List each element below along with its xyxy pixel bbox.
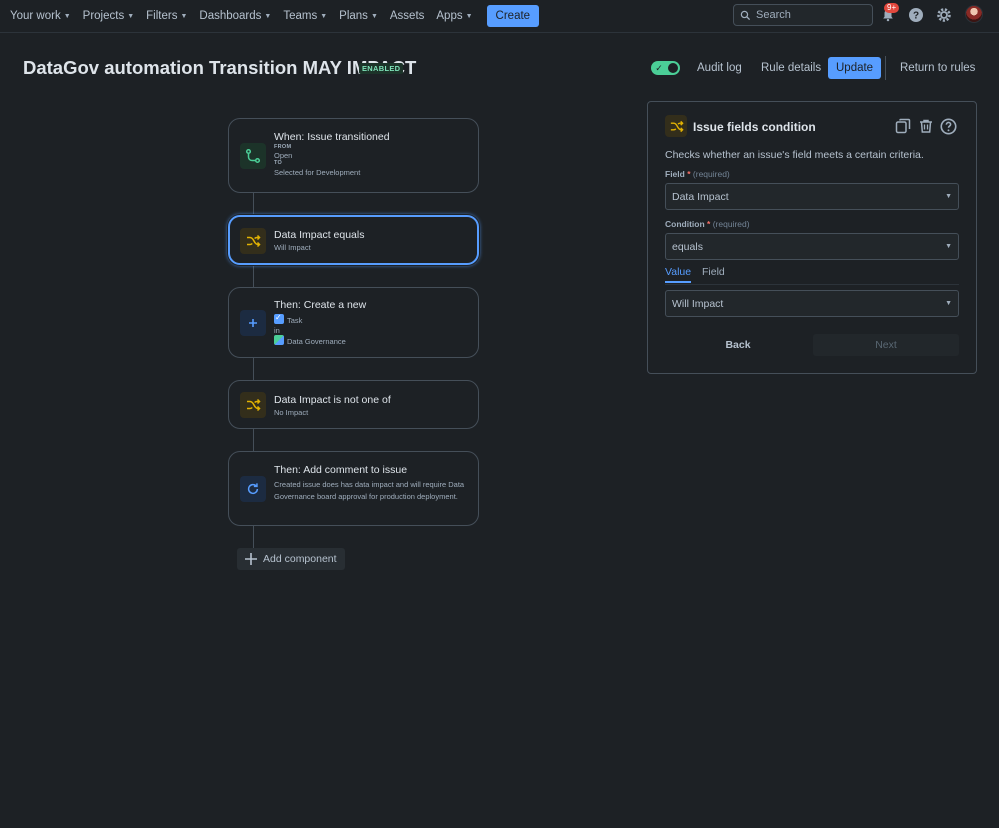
in-label: in xyxy=(274,326,280,335)
nav-apps[interactable]: Apps ▼ xyxy=(430,0,478,33)
gear-icon[interactable] xyxy=(935,6,953,24)
panel-description: Checks whether an issue's field meets a … xyxy=(665,149,924,161)
flow-connector xyxy=(253,192,254,216)
avatar[interactable] xyxy=(965,5,983,23)
duplicate-icon[interactable] xyxy=(894,117,912,135)
to-label: TO xyxy=(274,160,283,166)
action-card-add-comment[interactable]: Then: Add comment to issue Created issue… xyxy=(228,451,479,526)
condition-title: Data Impact is not one of xyxy=(274,394,391,406)
plus-icon xyxy=(245,553,257,565)
flow-connector xyxy=(253,525,254,549)
field-select-value: Data Impact xyxy=(672,190,729,203)
header-divider xyxy=(885,56,886,80)
chevron-down-icon: ▼ xyxy=(945,243,952,250)
flow-connector xyxy=(253,357,254,381)
chevron-down-icon: ▼ xyxy=(370,13,378,20)
condition-card-data-impact-equals[interactable]: Data Impact equals Will Impact xyxy=(228,215,479,265)
field-label: Field * (required) xyxy=(665,169,730,179)
condition-select-value: equals xyxy=(672,240,703,253)
rule-details-button[interactable]: Rule details xyxy=(753,57,829,79)
project-name: Data Governance xyxy=(287,337,346,346)
condition-label: Condition * (required) xyxy=(665,219,750,229)
action-title: Then: Add comment to issue xyxy=(274,464,408,476)
comment-text: Created issue does has data impact and w… xyxy=(274,480,465,501)
flow-connector xyxy=(253,264,254,288)
chevron-down-icon: ▼ xyxy=(945,193,952,200)
nav-dashboards[interactable]: Dashboards ▼ xyxy=(193,0,277,33)
project-icon xyxy=(274,335,284,345)
tab-field[interactable]: Field xyxy=(702,266,725,281)
component-config-panel: Issue fields condition Checks whether an… xyxy=(647,101,977,374)
condition-title: Data Impact equals xyxy=(274,229,365,241)
shuffle-icon xyxy=(240,392,266,418)
add-component-button[interactable]: Add component xyxy=(237,548,345,570)
from-label: FROM xyxy=(274,144,292,150)
from-status: Open xyxy=(274,151,293,160)
tab-divider xyxy=(665,284,959,285)
refresh-icon xyxy=(240,476,266,502)
audit-log-button[interactable]: Audit log xyxy=(689,57,750,79)
chevron-down-icon: ▼ xyxy=(180,13,188,20)
update-button[interactable]: Update xyxy=(828,57,882,79)
value-select[interactable]: Will Impact ▼ xyxy=(665,290,959,317)
transition-icon xyxy=(240,143,266,169)
value-select-value: Will Impact xyxy=(672,297,724,310)
return-to-rules-button[interactable]: Return to rules xyxy=(892,57,983,79)
create-button[interactable]: Create xyxy=(486,5,540,27)
chevron-down-icon: ▼ xyxy=(63,13,71,20)
nav-plans[interactable]: Plans ▼ xyxy=(333,0,384,33)
tab-value[interactable]: Value xyxy=(665,266,692,283)
check-icon: ✓ xyxy=(655,62,663,73)
trigger-title: When: Issue transitioned xyxy=(274,131,390,143)
action-title: Then: Create a new xyxy=(274,299,367,311)
condition-select[interactable]: equals ▼ xyxy=(665,233,959,260)
field-select[interactable]: Data Impact ▼ xyxy=(665,183,959,210)
status-badge: ENABLED xyxy=(359,63,404,74)
next-button[interactable]: Next xyxy=(813,334,959,356)
condition-value: Will Impact xyxy=(274,243,311,252)
page-title: DataGov automation Transition MAY IMPACT xyxy=(23,57,417,78)
condition-card-not-one-of[interactable]: Data Impact is not one of No Impact xyxy=(228,380,479,429)
nav-assets[interactable]: Assets xyxy=(384,0,431,33)
search-icon xyxy=(740,10,751,20)
task-icon: ✓ xyxy=(274,313,284,324)
help-icon[interactable]: ? xyxy=(907,6,925,24)
shuffle-icon xyxy=(665,115,687,137)
delete-icon[interactable] xyxy=(917,117,935,135)
chevron-down-icon: ▼ xyxy=(465,13,473,20)
notification-badge: 9+ xyxy=(884,3,900,13)
search-placeholder: Search xyxy=(756,9,791,21)
nav-filters[interactable]: Filters ▼ xyxy=(140,0,193,33)
trigger-card[interactable]: When: Issue transitioned FROM Open TO Se… xyxy=(228,118,479,193)
flow-connector xyxy=(253,428,254,452)
nav-teams[interactable]: Teams ▼ xyxy=(277,0,333,33)
chevron-down-icon: ▼ xyxy=(127,13,135,20)
plus-icon xyxy=(240,310,266,336)
nav-projects[interactable]: Projects ▼ xyxy=(77,0,140,33)
panel-title: Issue fields condition xyxy=(693,120,816,134)
shuffle-icon xyxy=(240,228,266,254)
condition-value: No Impact xyxy=(274,408,309,417)
back-button[interactable]: Back xyxy=(665,334,811,356)
svg-text:?: ? xyxy=(913,11,919,22)
search-input[interactable]: Search xyxy=(733,4,873,26)
help-icon[interactable] xyxy=(939,117,957,135)
to-status: Selected for Development xyxy=(274,168,361,177)
chevron-down-icon: ▼ xyxy=(264,13,272,20)
chevron-down-icon: ▼ xyxy=(320,13,328,20)
toggle-knob xyxy=(668,63,678,73)
rule-enabled-toggle[interactable]: ✓ xyxy=(651,61,680,75)
action-card-create-issue[interactable]: Then: Create a new ✓ Task in Data Governa… xyxy=(228,287,479,358)
nav-your-work[interactable]: Your work ▼ xyxy=(0,0,77,33)
chevron-down-icon: ▼ xyxy=(945,300,952,307)
issue-type: Task xyxy=(287,316,303,325)
